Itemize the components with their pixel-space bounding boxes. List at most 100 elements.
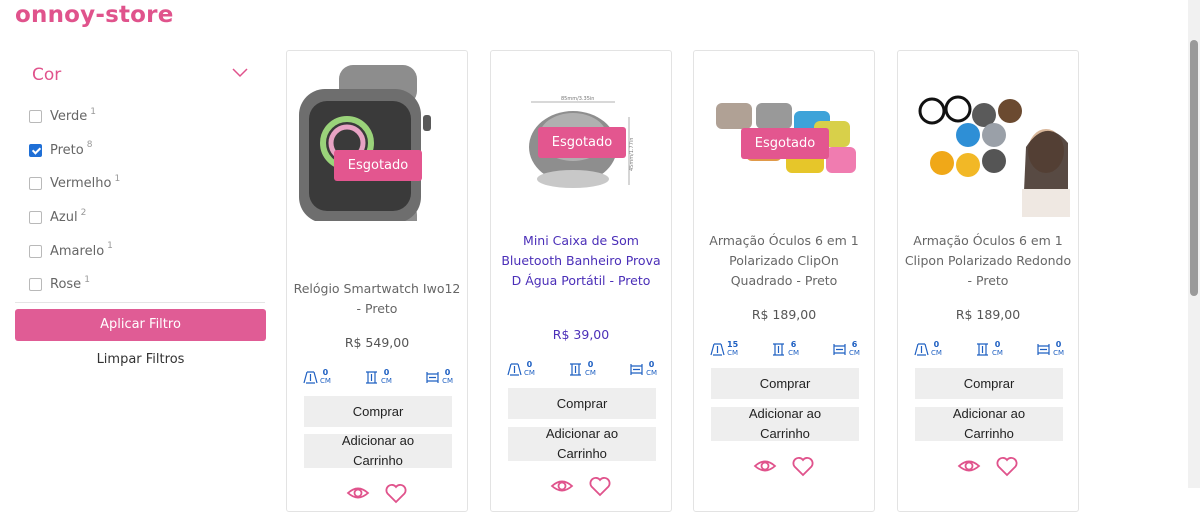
height-icon <box>570 362 582 376</box>
filter-sidebar: Cor Verde 1 Preto 8 Vermelho 1 Azul 2 Am… <box>15 50 267 373</box>
page-scrollbar[interactable] <box>1188 0 1200 488</box>
width-measure: 0 CM <box>1036 341 1064 357</box>
filter-option-vermelho[interactable]: Vermelho 1 <box>15 167 267 201</box>
add-to-cart-button[interactable]: Adicionar ao Carrinho <box>304 433 452 468</box>
width-icon <box>426 371 439 383</box>
width-icon <box>1037 343 1050 355</box>
eye-icon[interactable] <box>957 455 981 477</box>
filter-option-preto[interactable]: Preto 8 <box>15 134 267 168</box>
height-measure: 0 CM <box>975 341 1003 357</box>
option-count: 1 <box>107 241 113 252</box>
product-card: Esgotado Relógio Smartwatch Iwo12 - Pret… <box>286 50 468 512</box>
heart-icon[interactable] <box>384 482 408 504</box>
measure-value: 0 <box>526 360 533 369</box>
product-name[interactable]: Armação Óculos 6 em 1 Polarizado ClipOn … <box>700 231 868 291</box>
measure-unit: CM <box>442 377 453 385</box>
product-name[interactable]: Relógio Smartwatch Iwo12 - Preto <box>293 279 461 319</box>
add-to-cart-button[interactable]: Adicionar ao Carrinho <box>508 426 656 461</box>
product-card: 85mm/3.35in 45mm/1.77in Esgotado Mini Ca… <box>490 50 672 512</box>
option-count: 1 <box>114 173 121 184</box>
width-icon <box>833 343 846 355</box>
measure-value: 0 <box>383 368 390 377</box>
heart-icon[interactable] <box>588 475 612 497</box>
buy-button[interactable]: Comprar <box>508 388 656 419</box>
filter-option-azul[interactable]: Azul 2 <box>15 201 267 235</box>
height-icon <box>773 342 785 356</box>
product-name[interactable]: Mini Caixa de Som Bluetooth Banheiro Pro… <box>497 231 665 291</box>
product-actions <box>491 475 671 497</box>
product-name[interactable]: Armação Óculos 6 em 1 Clipon Polarizado … <box>904 231 1072 291</box>
clear-filters-link[interactable]: Limpar Filtros <box>15 347 266 373</box>
color-filter-header[interactable]: Cor <box>15 50 267 100</box>
sold-out-badge: Esgotado <box>538 127 626 158</box>
product-measures: 0 CM 0 CM 0 CM <box>303 367 453 387</box>
buy-button[interactable]: Comprar <box>304 396 452 427</box>
height-measure: 6 CM <box>771 341 799 357</box>
measure-value: 0 <box>322 368 329 377</box>
filter-option-rose[interactable]: Rose 1 <box>15 268 267 302</box>
width-measure: 6 CM <box>832 341 860 357</box>
product-actions <box>694 455 874 477</box>
checkbox-checked[interactable] <box>29 143 42 157</box>
divider <box>15 301 265 303</box>
length-measure: 15 CM <box>710 341 738 357</box>
length-measure: 0 CM <box>914 341 942 357</box>
filter-title: Cor <box>32 65 62 85</box>
chevron-down-icon[interactable] <box>232 68 248 78</box>
scrollbar-thumb[interactable] <box>1190 40 1198 296</box>
width-icon <box>630 363 643 375</box>
height-measure: 0 CM <box>568 361 596 377</box>
filter-option-amarelo[interactable]: Amarelo 1 <box>15 234 267 268</box>
product-measures: 0 CM 0 CM 0 CM <box>507 359 657 379</box>
measure-unit: CM <box>381 377 392 385</box>
measure-unit: CM <box>1053 349 1064 357</box>
apply-filter-button[interactable]: Aplicar Filtro <box>15 308 266 341</box>
option-label: Verde <box>50 109 88 125</box>
length-icon <box>710 342 725 356</box>
measure-value: 0 <box>994 340 1001 349</box>
glasses-round-image[interactable] <box>898 51 1078 221</box>
image-text: 45mm/1.77in <box>629 138 635 171</box>
option-label: Preto <box>50 142 84 158</box>
eye-icon[interactable] <box>753 455 777 477</box>
measure-value: 0 <box>1055 340 1062 349</box>
measure-unit: CM <box>524 369 535 377</box>
product-price: R$ 189,00 <box>955 307 1021 322</box>
store-brand[interactable]: onnoy-store <box>15 2 174 28</box>
height-icon <box>977 342 989 356</box>
checkbox[interactable] <box>29 244 42 258</box>
measure-unit: CM <box>585 369 596 377</box>
add-to-cart-button[interactable]: Adicionar ao Carrinho <box>915 406 1063 441</box>
measure-unit: CM <box>992 349 1003 357</box>
measure-value: 0 <box>933 340 940 349</box>
product-card: Armação Óculos 6 em 1 Clipon Polarizado … <box>897 50 1079 512</box>
option-count: 8 <box>86 140 93 151</box>
image-text: 85mm/3.35in <box>561 96 594 102</box>
width-measure: 0 CM <box>425 369 453 385</box>
filter-option-verde[interactable]: Verde 1 <box>15 100 267 134</box>
buy-button[interactable]: Comprar <box>915 368 1063 399</box>
measure-value: 0 <box>648 360 655 369</box>
measure-unit: CM <box>646 369 657 377</box>
heart-icon[interactable] <box>791 455 815 477</box>
length-measure: 0 CM <box>303 369 331 385</box>
length-icon <box>303 370 318 384</box>
eye-icon[interactable] <box>550 475 574 497</box>
product-measures: 15 CM 6 CM 6 CM <box>710 339 860 359</box>
width-measure: 0 CM <box>629 361 657 377</box>
checkbox[interactable] <box>29 211 42 225</box>
measure-unit: CM <box>788 349 800 357</box>
add-to-cart-button[interactable]: Adicionar ao Carrinho <box>711 406 859 441</box>
measure-unit: CM <box>849 349 860 357</box>
smartwatch-image[interactable] <box>287 51 467 221</box>
sold-out-badge: Esgotado <box>741 128 829 159</box>
checkbox[interactable] <box>29 177 42 191</box>
buy-button[interactable]: Comprar <box>711 368 859 399</box>
checkbox[interactable] <box>29 110 42 124</box>
heart-icon[interactable] <box>995 455 1019 477</box>
product-price: R$ 39,00 <box>552 327 610 342</box>
eye-icon[interactable] <box>346 482 370 504</box>
height-measure: 0 CM <box>364 369 392 385</box>
checkbox[interactable] <box>29 278 42 292</box>
option-label: Vermelho <box>50 176 112 192</box>
